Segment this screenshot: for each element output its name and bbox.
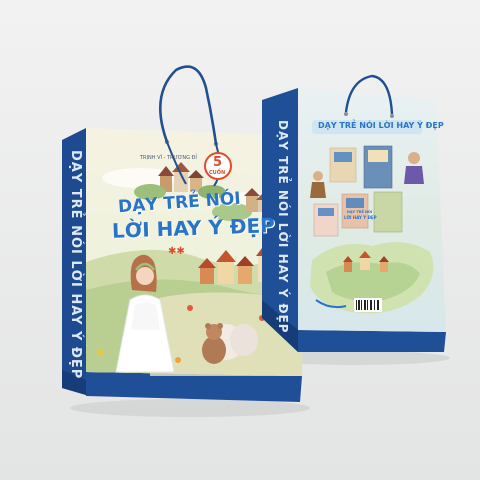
count-badge-number: 5 bbox=[213, 155, 223, 170]
front-bag-side-text: DẠY TRẺ NÓI LỜI HAY Ý ĐẸP bbox=[68, 150, 83, 380]
back-mini-title-line1: DẠY TRẺ NÓI bbox=[347, 210, 373, 214]
front-bag-shadow bbox=[70, 399, 310, 417]
barcode bbox=[354, 298, 382, 312]
count-badge-unit: CUỐN bbox=[209, 170, 226, 176]
back-header-title: DẠY TRẺ NÓI LỜI HAY Ý ĐẸP bbox=[318, 121, 444, 130]
back-mini-title-line2: LỜI HAY Ý ĐẸP bbox=[344, 215, 377, 220]
front-title-stars: ✱✱ bbox=[168, 246, 185, 257]
authors-label: TRỊNH VĨ - TRƯƠNG ĐỈ bbox=[140, 155, 197, 161]
back-bag-bottom-band bbox=[298, 330, 446, 352]
back-bag-side-text: DẠY TRẺ NÓI LỜI HAY Ý ĐẸP bbox=[276, 120, 290, 334]
